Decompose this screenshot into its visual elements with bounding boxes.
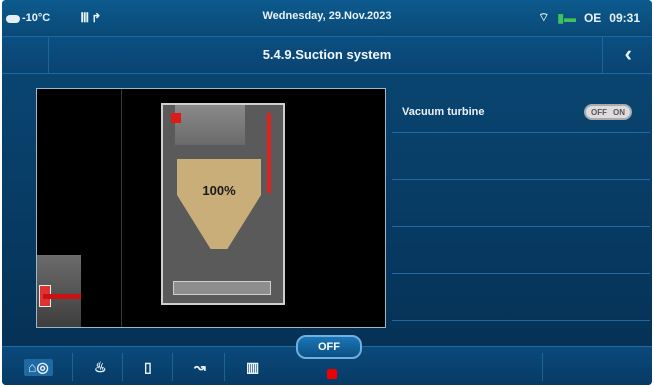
- radiator-icon: ▥: [246, 359, 260, 375]
- oe-label: OE: [583, 10, 602, 25]
- stop-icon: [327, 369, 337, 379]
- status-right: ⌔ ▮▬ OE 09:31: [538, 10, 640, 25]
- off-status-tab[interactable]: OFF: [296, 335, 362, 359]
- setting-row: [392, 180, 650, 227]
- hopper-tank: [177, 159, 261, 249]
- radiator-button[interactable]: ▥: [246, 359, 259, 376]
- chevron-left-icon: ‹: [624, 41, 632, 66]
- nav-divider: [542, 353, 543, 381]
- vacuum-turbine-toggle[interactable]: OFF ON: [584, 104, 632, 120]
- mode-icon: ⌂◎: [28, 359, 49, 375]
- setting-row-vacuum-turbine: Vacuum turbine OFF ON: [392, 86, 650, 133]
- setting-label: Vacuum turbine: [402, 106, 485, 118]
- fill-level-label: 100%: [202, 183, 236, 198]
- nav-divider: [224, 353, 225, 381]
- mode-button[interactable]: ⌂◎: [24, 359, 53, 376]
- page-title: 5.4.9.Suction system: [262, 47, 392, 62]
- suction-view: 100%: [36, 88, 386, 328]
- time-label: 09:31: [609, 10, 640, 25]
- page-header: 5.4.9.Suction system ‹: [2, 36, 652, 74]
- alarm-indicator: [171, 113, 181, 123]
- back-button[interactable]: ‹: [625, 41, 632, 67]
- screen: -10°C Ⅲ ↱ Wednesday, 29.Nov.2023 ⌔ ▮▬ OE…: [2, 0, 652, 385]
- suction-pipe: [43, 294, 81, 299]
- pump-button[interactable]: ↝: [194, 359, 206, 376]
- flame-icon: ♨: [94, 359, 107, 375]
- pump-icon: ↝: [194, 359, 206, 375]
- level-rail: [267, 113, 271, 193]
- settings-panel: Vacuum turbine OFF ON: [392, 86, 652, 326]
- flame-button[interactable]: ♨: [94, 359, 107, 376]
- setting-row: [392, 227, 650, 274]
- phone-button[interactable]: ▯: [144, 359, 152, 376]
- toggle-off-label: OFF: [591, 107, 607, 117]
- hopper-base: [173, 281, 271, 295]
- battery-icon: ▮▬: [557, 10, 576, 25]
- setting-row: [392, 133, 650, 180]
- phone-icon: ▯: [144, 359, 152, 375]
- view-divider: [121, 89, 122, 327]
- nav-divider: [72, 353, 73, 381]
- suction-thumbnail[interactable]: [37, 255, 81, 327]
- nav-divider: [172, 353, 173, 381]
- setting-row: [392, 274, 650, 321]
- hopper-diagram: 100%: [161, 103, 285, 305]
- toggle-on-label: ON: [613, 107, 625, 117]
- wifi-icon: ⌔: [538, 10, 550, 24]
- nav-divider: [122, 353, 123, 381]
- status-bar: -10°C Ⅲ ↱ Wednesday, 29.Nov.2023 ⌔ ▮▬ OE…: [2, 0, 652, 34]
- turbine-housing: [175, 105, 245, 145]
